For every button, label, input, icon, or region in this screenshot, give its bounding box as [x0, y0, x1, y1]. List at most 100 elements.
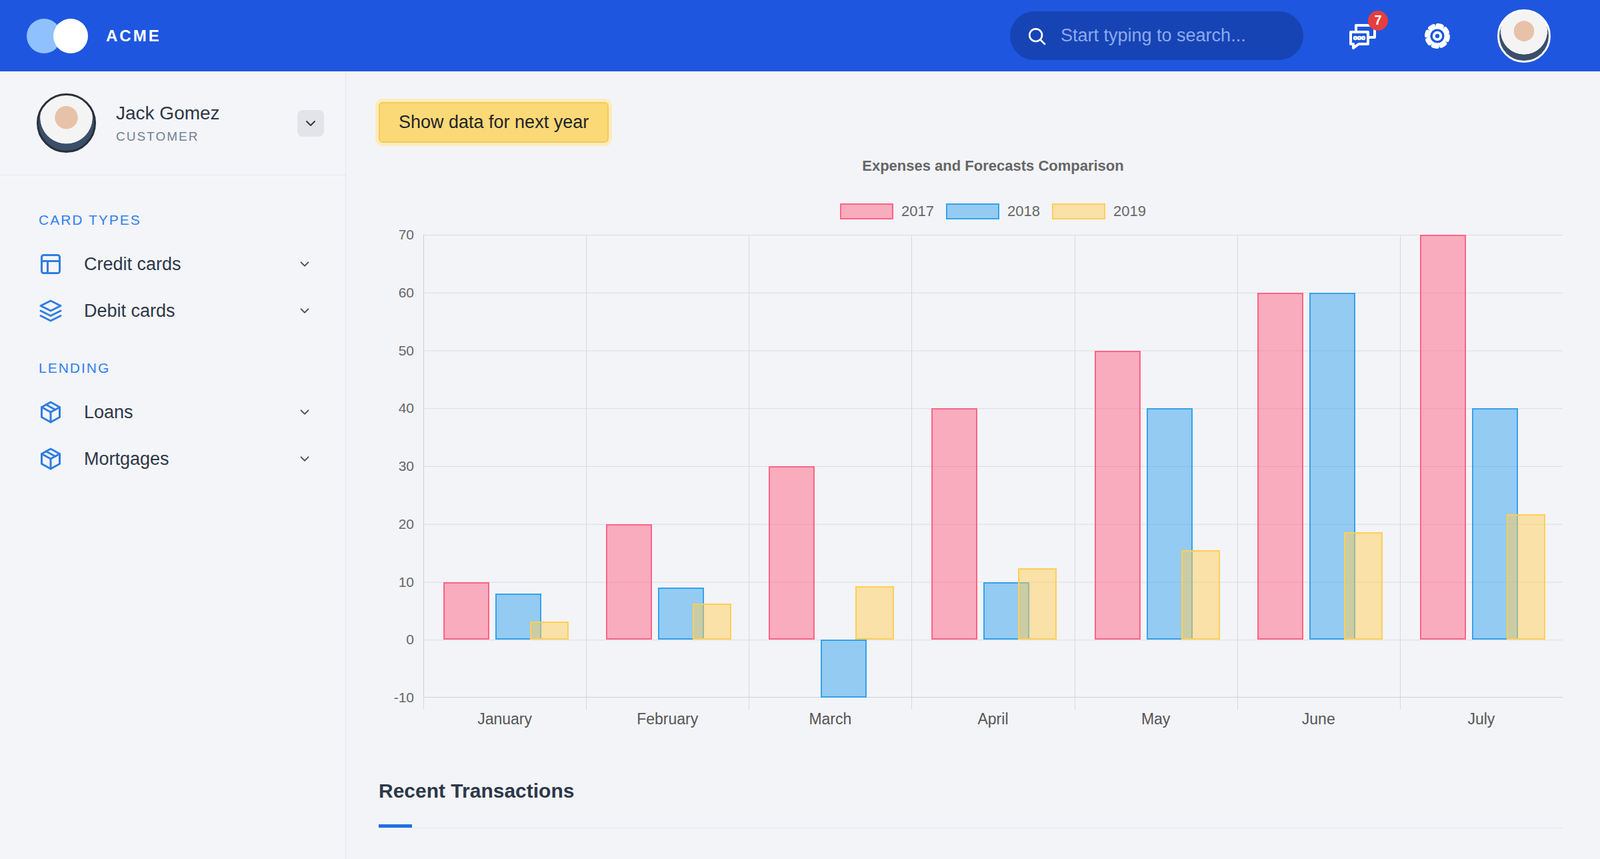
- plot-area: JanuaryFebruaryMarchAprilMayJuneJuly: [423, 234, 1563, 728]
- chart-bar[interactable]: [1257, 292, 1304, 640]
- chart-bar[interactable]: [606, 524, 652, 640]
- profile-text: Jack Gomez CUSTOMER: [116, 102, 298, 145]
- bar-chart: Expenses and Forecasts Comparison2017201…: [378, 157, 1563, 728]
- x-tick: [911, 697, 1074, 710]
- category-group: [1400, 234, 1563, 697]
- logo-text[interactable]: ACME: [106, 26, 162, 46]
- settings-button[interactable]: [1421, 20, 1454, 52]
- sidebar-item-label[interactable]: Loans: [84, 402, 298, 423]
- x-tick: [423, 697, 586, 710]
- section-title: Recent Transactions: [378, 778, 1563, 803]
- chart-legend: 2017 2018 2019: [378, 202, 1563, 220]
- bar-slot: [855, 234, 894, 697]
- bar-slot: [1181, 234, 1220, 697]
- legend-swatch: [946, 203, 1000, 220]
- x-label: March: [748, 709, 912, 728]
- x-label: May: [1074, 709, 1238, 728]
- chevron-down-icon: [297, 256, 312, 272]
- bar-slot: [530, 234, 569, 697]
- messages-badge: 7: [1368, 10, 1388, 31]
- sidebar-item-label[interactable]: Credit cards: [84, 254, 298, 275]
- category-group: [911, 234, 1074, 697]
- bar-slot: [606, 234, 652, 697]
- recent-transactions-header: Recent Transactions: [378, 778, 1563, 828]
- logo[interactable]: ACME: [26, 18, 162, 54]
- y-tick: 40: [378, 400, 414, 416]
- chart-bar[interactable]: [443, 582, 490, 640]
- button-row: Show data for next year: [378, 102, 1563, 143]
- y-axis: 706050403020100-10: [378, 226, 424, 706]
- sidebar-item[interactable]: Loans: [0, 388, 346, 436]
- package-icon: [38, 446, 63, 471]
- x-label: June: [1237, 709, 1400, 728]
- chart-bar[interactable]: [820, 639, 867, 698]
- chart-bar[interactable]: [1181, 550, 1220, 640]
- section-items: Loans Mortgages: [0, 388, 346, 482]
- category-group: [423, 234, 586, 697]
- next-year-button[interactable]: Show data for next year: [378, 102, 609, 143]
- legend-label[interactable]: 2019: [1113, 202, 1146, 220]
- category-group: [1237, 234, 1400, 697]
- chevron-down-icon: [302, 115, 319, 132]
- x-tick: [1400, 697, 1563, 710]
- profile-avatar[interactable]: [36, 93, 96, 153]
- bar-slot: [1257, 234, 1304, 697]
- sidebar-item-label[interactable]: Mortgages: [84, 448, 298, 470]
- chart-bar[interactable]: [768, 466, 815, 640]
- bar-slot: [1420, 234, 1466, 697]
- y-tick: 20: [378, 516, 414, 532]
- chart-bar[interactable]: [692, 603, 732, 640]
- x-axis: JanuaryFebruaryMarchAprilMayJuneJuly: [423, 709, 1563, 728]
- sidebar-item[interactable]: Mortgages: [0, 435, 346, 482]
- y-tick: 0: [378, 631, 414, 648]
- bar-slot: [1018, 234, 1057, 697]
- chart-bar[interactable]: [931, 408, 978, 640]
- legend-item[interactable]: 2019: [1052, 202, 1146, 220]
- y-tick: 70: [378, 226, 414, 243]
- y-tick: -10: [378, 689, 414, 706]
- user-avatar[interactable]: [1497, 9, 1551, 63]
- x-label: February: [586, 709, 749, 728]
- table-icon: [38, 252, 63, 276]
- title-underline: [378, 824, 412, 828]
- profile-menu-button[interactable]: [297, 110, 324, 137]
- chart-bar[interactable]: [1018, 568, 1057, 640]
- y-tick: 10: [378, 574, 414, 590]
- category-group: [748, 234, 912, 697]
- chart-bar[interactable]: [855, 586, 894, 640]
- plot: [423, 234, 1563, 698]
- section-items: Credit cards Debit cards: [0, 240, 346, 334]
- legend-item[interactable]: 2018: [946, 202, 1040, 220]
- x-tick: [748, 697, 912, 710]
- chevron-down-icon: [297, 303, 312, 318]
- legend-item[interactable]: 2017: [840, 202, 934, 220]
- user-name: Jack Gomez: [116, 102, 298, 125]
- search-box[interactable]: [1010, 11, 1304, 60]
- x-tick: [586, 697, 749, 710]
- user-profile: Jack Gomez CUSTOMER: [0, 71, 346, 176]
- logo-mark-icon: [53, 18, 88, 54]
- legend-label[interactable]: 2018: [1007, 202, 1040, 220]
- sidebar-item[interactable]: Debit cards: [0, 287, 346, 334]
- legend-label[interactable]: 2017: [901, 202, 934, 220]
- sidebar-item[interactable]: Credit cards: [0, 240, 346, 288]
- user-role: CUSTOMER: [116, 128, 298, 145]
- category-group: [586, 234, 749, 697]
- sidebar-item-label[interactable]: Debit cards: [84, 300, 298, 322]
- x-tick: [1237, 697, 1400, 710]
- messages-button[interactable]: 7: [1346, 20, 1379, 52]
- chevron-down-icon: [297, 404, 312, 420]
- section-title: CARD TYPES: [0, 211, 346, 229]
- chart-bar[interactable]: [1420, 234, 1466, 640]
- chart-bar[interactable]: [1344, 532, 1383, 640]
- x-tick: [1074, 697, 1238, 710]
- chart-bar[interactable]: [1506, 514, 1546, 640]
- category-group: [1074, 234, 1238, 697]
- x-label: July: [1400, 709, 1563, 728]
- search-input[interactable]: [1059, 24, 1288, 47]
- package-icon: [38, 400, 63, 424]
- chart-bar[interactable]: [530, 621, 569, 640]
- search-icon: [1026, 25, 1048, 47]
- chart-bar[interactable]: [1094, 350, 1141, 640]
- chart-body: 706050403020100-10JanuaryFebruaryMarchAp…: [378, 234, 1563, 728]
